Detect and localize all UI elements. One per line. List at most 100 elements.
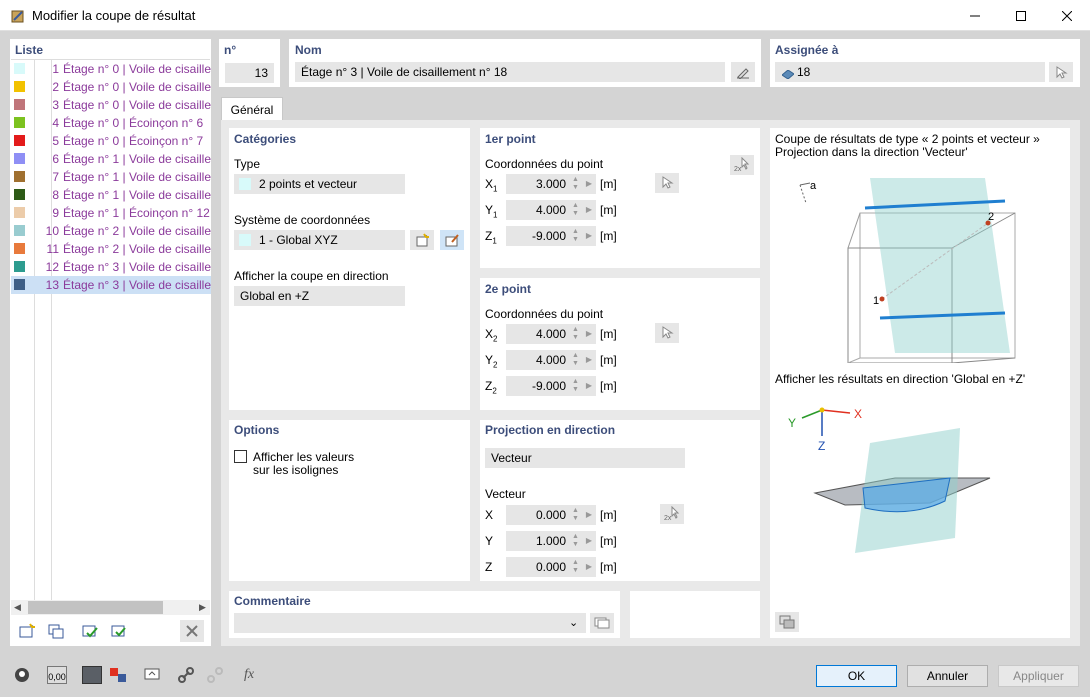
scroll-thumb[interactable] [28,601,163,614]
spin-arrows-icon[interactable]: ▲ ▼ [572,507,580,523]
list-item[interactable]: 3 Étage n° 0 | Voile de cisailleme [11,96,211,114]
direction-select[interactable]: Global en +Z [234,286,405,306]
spin-arrows-icon[interactable]: ▲ ▼ [572,202,580,218]
number-field[interactable]: 13 [225,63,274,83]
spin-arrows-icon[interactable]: ▲ ▼ [572,533,580,549]
coord-spinner[interactable]: -9.000 ▲ ▼ ▶ [506,226,596,246]
uncheck-icon[interactable] [107,620,131,642]
list-item-swatch [14,153,25,164]
spin-arrows-icon[interactable]: ▲ ▼ [572,378,580,394]
list-item[interactable]: 7 Étage n° 1 | Voile de cisailleme [11,168,211,186]
spin-arrows-icon[interactable]: ▲ ▼ [572,326,580,342]
tab-general[interactable]: Général [221,97,283,121]
scroll-right-icon[interactable]: ▶ [199,602,206,613]
assigned-field[interactable]: 18 [775,62,1045,82]
list-item-swatch [14,243,25,254]
coord-spinner[interactable]: 0.000 ▲ ▼ ▶ [506,557,596,577]
spin-arrows-icon[interactable]: ▲ ▼ [572,352,580,368]
list-hscrollbar[interactable]: ◀ ▶ [11,600,210,615]
spin-menu-icon[interactable]: ▶ [586,562,592,571]
list-item-label: Étage n° 2 | Voile de cisailleme [63,224,211,238]
delete-item-icon[interactable] [180,620,204,642]
list-item-swatch [14,117,25,128]
list-item-swatch [14,171,25,182]
pick-point1-icon[interactable] [655,173,679,193]
edit-cs-icon[interactable] [440,230,464,250]
cancel-button[interactable]: Annuler [907,665,988,687]
coord-spinner[interactable]: 4.000 ▲ ▼ ▶ [506,200,596,220]
edit-name-icon[interactable] [731,62,755,82]
spin-menu-icon[interactable]: ▶ [586,536,592,545]
pick-point2-icon[interactable] [655,323,679,343]
units-icon[interactable] [106,664,130,686]
list-item[interactable]: 11 Étage n° 2 | Voile de cisailleme [11,240,211,258]
apply-button[interactable]: Appliquer [998,665,1079,687]
new-item-icon[interactable] [15,620,39,642]
coord-value: 0.000 [535,560,566,574]
list-item[interactable]: 10 Étage n° 2 | Voile de cisailleme [11,222,211,240]
spin-menu-icon[interactable]: ▶ [586,179,592,188]
spin-menu-icon[interactable]: ▶ [586,205,592,214]
unlink-icon[interactable] [203,664,227,686]
preview-options-icon[interactable] [775,612,799,632]
point2-sub: Coordonnées du point [485,307,604,321]
minimize-button[interactable] [952,0,998,31]
isolines-checkbox[interactable] [234,450,247,463]
coord-sub: 2 [492,386,497,396]
list-item[interactable]: 2 Étage n° 0 | Voile de cisailleme [11,78,211,96]
name-field[interactable]: Étage n° 3 | Voile de cisaillement n° 18 [295,62,725,82]
coord-spinner[interactable]: 0.000 ▲ ▼ ▶ [506,505,596,525]
link-icon[interactable] [174,664,198,686]
list-item[interactable]: 6 Étage n° 1 | Voile de cisailleme [11,150,211,168]
scroll-left-icon[interactable]: ◀ [14,602,21,613]
list-item-number: 4 [52,116,59,130]
check-all-icon[interactable] [78,620,102,642]
new-cs-icon[interactable] [410,230,434,250]
color-square-icon[interactable] [80,664,104,686]
list-item[interactable]: 12 Étage n° 3 | Voile de cisailleme [11,258,211,276]
list-item[interactable]: 4 Étage n° 0 | Écoinçon n° 6 [11,114,211,132]
formula-icon[interactable]: fx [237,664,261,686]
coord-sub: 1 [492,236,497,246]
type-select[interactable]: 2 points et vecteur [234,174,405,194]
list-item[interactable]: 5 Étage n° 0 | Écoinçon n° 7 [11,132,211,150]
chevron-down-icon[interactable]: ⌄ [569,616,578,629]
spin-arrows-icon[interactable]: ▲ ▼ [572,559,580,575]
pick-2x-icon[interactable]: 2x [730,155,754,175]
spin-menu-icon[interactable]: ▶ [586,231,592,240]
list-item[interactable]: 13 Étage n° 3 | Voile de cisailleme [11,276,211,294]
coord-spinner[interactable]: 4.000 ▲ ▼ ▶ [506,324,596,344]
copy-item-icon[interactable] [44,620,68,642]
coord-label: Z1 [485,229,497,245]
list-item[interactable]: 1 Étage n° 0 | Voile de cisailleme [11,60,211,78]
search-icon[interactable] [10,664,34,686]
spin-arrows-icon[interactable]: ▲ ▼ [572,228,580,244]
ok-button[interactable]: OK [816,665,897,687]
spin-menu-icon[interactable]: ▶ [586,355,592,364]
spin-arrows-icon[interactable]: ▲ ▼ [572,176,580,192]
list-item-number: 3 [52,98,59,112]
spin-menu-icon[interactable]: ▶ [586,329,592,338]
pick-assigned-icon[interactable] [1049,62,1073,82]
list-item[interactable]: 9 Étage n° 1 | Écoinçon n° 12 [11,204,211,222]
list-item[interactable]: 8 Étage n° 1 | Voile de cisailleme [11,186,211,204]
coord-spinner[interactable]: 3.000 ▲ ▼ ▶ [506,174,596,194]
comment-input[interactable] [234,613,586,633]
close-button[interactable] [1044,0,1090,31]
coord-spinner[interactable]: 1.000 ▲ ▼ ▶ [506,531,596,551]
comment-library-icon[interactable] [590,613,614,633]
maximize-button[interactable] [998,0,1044,31]
coord-spinner[interactable]: 4.000 ▲ ▼ ▶ [506,350,596,370]
spin-menu-icon[interactable]: ▶ [586,381,592,390]
decimal-icon[interactable]: 0,00 [45,664,69,686]
pick-vector-icon[interactable]: 2x [660,504,684,524]
projection-select[interactable]: Vecteur [485,448,685,468]
coord-spinner[interactable]: -9.000 ▲ ▼ ▶ [506,376,596,396]
spin-menu-icon[interactable]: ▶ [586,510,592,519]
point1-header: 1er point [485,132,536,146]
cs-select[interactable]: 1 - Global XYZ [234,230,405,250]
view-icon[interactable] [140,664,164,686]
preview-panel: Coupe de résultats de type « 2 points et… [770,128,1070,638]
coord-axis: Y [485,203,494,217]
preview-line2: Projection dans la direction 'Vecteur' [775,145,968,159]
